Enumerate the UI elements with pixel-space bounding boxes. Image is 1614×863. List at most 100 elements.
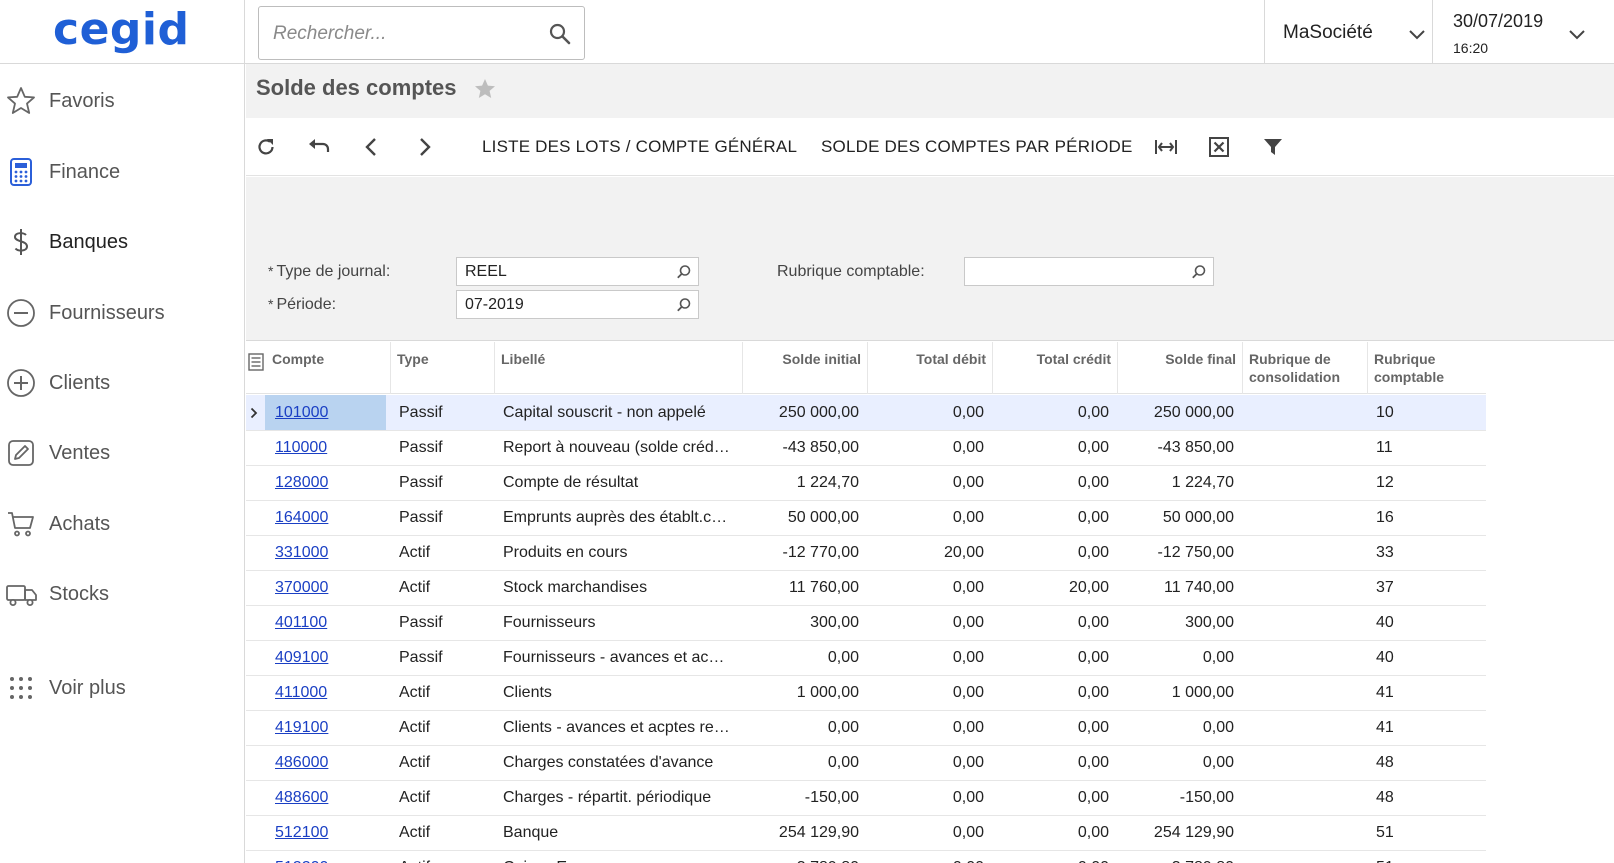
- sidebar-item-label: Banques: [49, 231, 128, 253]
- search-icon[interactable]: [548, 22, 572, 46]
- cell-rubrique-consolidation: [1249, 780, 1359, 815]
- cell-compte: 488600: [275, 780, 385, 815]
- solde-par-periode-button[interactable]: SOLDE DES COMPTES PAR PÉRIODE: [821, 134, 1133, 160]
- cell-rubrique-comptable: 40: [1376, 614, 1394, 631]
- date-selector[interactable]: 30/07/2019 16:20: [1432, 0, 1614, 64]
- table-row[interactable]: 409100 Passif Fournisseurs - avances et ac…: [246, 640, 1486, 676]
- undo-button[interactable]: [308, 134, 330, 160]
- account-link[interactable]: 486000: [275, 754, 328, 771]
- cell-libelle: Fournisseurs: [503, 614, 596, 631]
- favorite-star-icon[interactable]: [474, 78, 496, 105]
- cell-compte: 512200: [275, 850, 385, 863]
- company-selector[interactable]: MaSociété: [1264, 0, 1432, 64]
- account-link[interactable]: 512100: [275, 824, 328, 841]
- sidebar-item-finance[interactable]: Finance: [0, 147, 245, 197]
- table-row[interactable]: 164000 Passif Emprunts auprès des établt.c…: [246, 500, 1486, 536]
- account-link[interactable]: 409100: [275, 649, 328, 666]
- column-header-compte[interactable]: Compte: [266, 342, 391, 394]
- sidebar-item-voir-plus[interactable]: Voir plus: [0, 663, 245, 713]
- column-header-rubrique-consolidation[interactable]: Rubrique de consolidation: [1243, 342, 1368, 394]
- rubric-field[interactable]: [964, 257, 1214, 286]
- sidebar-item-stocks[interactable]: Stocks: [0, 569, 245, 619]
- cell-solde-final: 0,00: [1202, 754, 1234, 771]
- sidebar-item-label: Stocks: [49, 583, 110, 605]
- column-header-libelle[interactable]: Libellé: [495, 342, 743, 394]
- column-chooser-icon[interactable]: [248, 353, 264, 376]
- journal-type-field[interactable]: [456, 257, 699, 286]
- sidebar-item-banques[interactable]: Banques: [0, 217, 245, 267]
- table-row[interactable]: 512200 Actif Caisse Epargne 3 789,80 0,00 0,0…: [246, 850, 1486, 863]
- minus-circle-icon: [6, 298, 36, 328]
- cell-solde-initial: 1 000,00: [796, 684, 859, 701]
- sidebar-item-fournisseurs[interactable]: Fournisseurs: [0, 288, 245, 338]
- table-row[interactable]: 512100 Actif Banque 254 129,90 0,00 0,00 254 1…: [246, 815, 1486, 851]
- cell-type: Passif: [399, 404, 443, 421]
- page-title: Solde des comptes: [256, 75, 457, 100]
- cell-rubrique-comptable: 33: [1376, 544, 1394, 561]
- account-link[interactable]: 128000: [275, 474, 328, 491]
- account-link[interactable]: 411000: [275, 684, 327, 701]
- table-row[interactable]: 128000 Passif Compte de résultat 1 224,70 0,…: [246, 465, 1486, 501]
- period-input[interactable]: [465, 295, 665, 315]
- cell-type: Actif: [399, 719, 431, 736]
- cell-libelle: Fournisseurs - avances et ac…: [503, 649, 725, 666]
- previous-button[interactable]: [364, 134, 378, 160]
- account-link[interactable]: 512200: [275, 859, 328, 863]
- account-link[interactable]: 101000: [275, 404, 328, 421]
- sidebar-item-favoris[interactable]: Favoris: [0, 76, 245, 126]
- cell-total-debit: 0,00: [952, 579, 984, 596]
- account-link[interactable]: 110000: [275, 439, 327, 456]
- search-input[interactable]: [273, 21, 533, 47]
- sidebar-item-label: Fournisseurs: [49, 302, 165, 324]
- account-link[interactable]: 331000: [275, 544, 328, 561]
- column-header-total-credit[interactable]: Total crédit: [993, 342, 1118, 394]
- sidebar-item-ventes[interactable]: Ventes: [0, 428, 245, 478]
- account-link[interactable]: 401100: [275, 614, 327, 631]
- lookup-search-icon[interactable]: [676, 297, 692, 318]
- journal-type-input[interactable]: [465, 262, 665, 282]
- table-row[interactable]: 331000 Actif Produits en cours -12 770,00 20…: [246, 535, 1486, 571]
- cell-libelle: Report à nouveau (solde créd…: [503, 439, 730, 456]
- truck-icon: [6, 579, 37, 609]
- account-link[interactable]: 488600: [275, 789, 328, 806]
- cell-solde-initial: 250 000,00: [778, 404, 859, 421]
- cell-libelle: Charges - répartit. périodique: [503, 789, 712, 806]
- cell-total-credit: 0,00: [1077, 439, 1109, 456]
- logo[interactable]: cegid: [0, 0, 245, 64]
- cell-solde-initial: 1 224,70: [796, 474, 859, 491]
- lots-compte-general-button[interactable]: LISTE DES LOTS / COMPTE GÉNÉRAL: [482, 134, 797, 160]
- cell-total-debit: 0,00: [952, 474, 984, 491]
- table-row[interactable]: 370000 Actif Stock marchandises 11 760,00 0,…: [246, 570, 1486, 606]
- column-header-type[interactable]: Type: [391, 342, 495, 394]
- rubric-input[interactable]: [973, 262, 1173, 282]
- lookup-search-icon[interactable]: [1191, 264, 1207, 285]
- sidebar-item-achats[interactable]: Achats: [0, 499, 245, 549]
- account-link[interactable]: 419100: [275, 719, 328, 736]
- filter-button[interactable]: [1263, 134, 1283, 160]
- column-header-solde-final[interactable]: Solde final: [1118, 342, 1243, 394]
- cell-compte: 101000: [265, 395, 386, 430]
- table-row[interactable]: 101000 Passif Capital souscrit - non appel…: [246, 395, 1486, 431]
- period-field[interactable]: [456, 290, 699, 319]
- table-row[interactable]: 488600 Actif Charges - répartit. périodiqu…: [246, 780, 1486, 816]
- next-button[interactable]: [418, 134, 432, 160]
- cell-compte: 128000: [275, 465, 385, 500]
- column-header-rubrique-comptable[interactable]: Rubrique comptable: [1368, 342, 1486, 394]
- table-row[interactable]: 401100 Passif Fournisseurs 300,00 0,00 0,00 30…: [246, 605, 1486, 641]
- column-header-total-debit[interactable]: Total débit: [868, 342, 993, 394]
- lookup-search-icon[interactable]: [676, 264, 692, 285]
- fit-columns-button[interactable]: [1154, 134, 1178, 160]
- account-link[interactable]: 370000: [275, 579, 328, 596]
- table-row[interactable]: 419100 Actif Clients - avances et acptes r…: [246, 710, 1486, 746]
- export-excel-button[interactable]: [1208, 134, 1230, 160]
- table-row[interactable]: 110000 Passif Report à nouveau (solde créd…: [246, 430, 1486, 466]
- cell-total-debit: 0,00: [952, 754, 984, 771]
- column-header-solde-initial[interactable]: Solde initial: [743, 342, 868, 394]
- sidebar-item-clients[interactable]: Clients: [0, 358, 245, 408]
- account-link[interactable]: 164000: [275, 509, 328, 526]
- refresh-button[interactable]: [256, 134, 276, 160]
- table-row[interactable]: 411000 Actif Clients 1 000,00 0,00 0,00 1 000,…: [246, 675, 1486, 711]
- cell-rubrique-comptable: 41: [1376, 684, 1394, 701]
- current-date: 30/07/2019: [1453, 11, 1544, 31]
- table-row[interactable]: 486000 Actif Charges constatées d'avance 0,…: [246, 745, 1486, 781]
